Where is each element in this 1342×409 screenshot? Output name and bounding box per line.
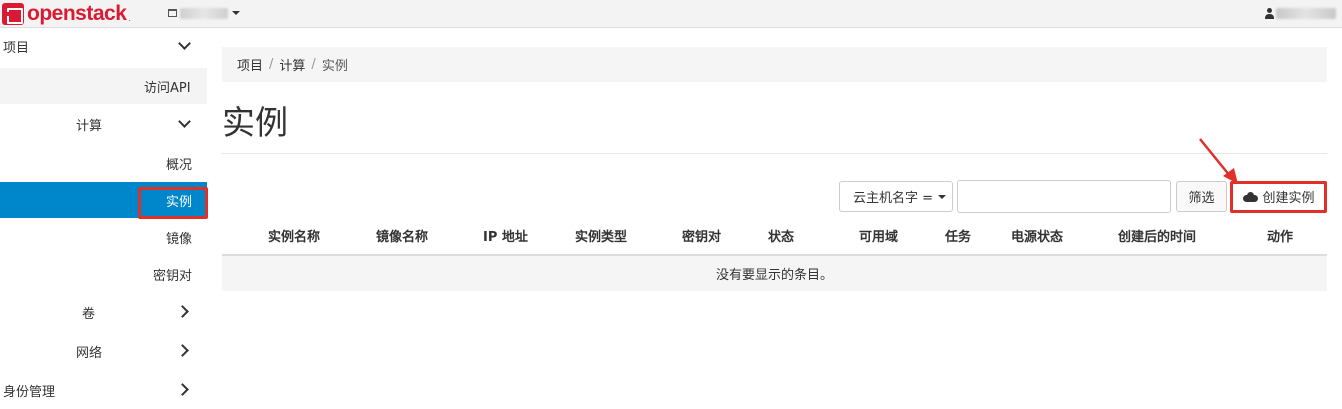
breadcrumb-item-compute[interactable]: 计算 xyxy=(279,55,305,74)
sidebar-item-key-pairs[interactable]: 密钥对 xyxy=(0,256,207,292)
instances-highlight-box xyxy=(138,187,208,219)
chevron-down-icon xyxy=(178,37,191,50)
sidebar-item-compute[interactable]: 计算 xyxy=(0,106,207,142)
sidebar-item-volumes[interactable]: 卷 xyxy=(0,294,207,330)
user-name-redacted xyxy=(1276,7,1336,19)
breadcrumb-separator: / xyxy=(269,57,274,72)
page-title: 实例 xyxy=(222,103,288,142)
sidebar-item-label: 身份管理 xyxy=(3,384,56,400)
chevron-down-icon xyxy=(938,194,947,199)
chevron-down-icon xyxy=(178,115,191,128)
sidebar-item-label: 卷 xyxy=(82,306,96,322)
sidebar-item-label: 计算 xyxy=(76,118,103,134)
breadcrumb-separator: / xyxy=(311,57,316,72)
sidebar-item-api-access[interactable]: 访问API xyxy=(0,68,207,104)
openstack-logo-icon xyxy=(2,3,24,25)
sidebar-item-label: 密钥对 xyxy=(153,268,193,284)
column-header: 动作 xyxy=(1267,230,1294,245)
breadcrumb-item-project[interactable]: 项目 xyxy=(237,55,263,74)
column-header[interactable]: 密钥对 xyxy=(682,222,721,254)
sidebar-item-label: 网络 xyxy=(76,345,103,361)
sidebar-item-network[interactable]: 网络 xyxy=(0,333,207,369)
sidebar-item-label: 项目 xyxy=(3,40,30,56)
user-icon xyxy=(1265,7,1274,19)
empty-message: 没有要显示的条目。 xyxy=(715,268,833,283)
filter-field-label: 云主机名字 = xyxy=(853,191,934,206)
chevron-right-icon xyxy=(176,383,189,396)
breadcrumb: 项目 / 计算 / 实例 xyxy=(222,47,1327,82)
title-divider xyxy=(222,153,1327,154)
create-button-highlight-box xyxy=(1230,181,1327,213)
table-empty-row: 没有要显示的条目。 xyxy=(222,256,1327,291)
sidebar-item-label: 访问API xyxy=(144,80,191,96)
filter-button-label: 筛选 xyxy=(1188,191,1215,206)
project-picker-dropdown[interactable] xyxy=(168,5,240,21)
brand-name: openstack xyxy=(27,2,127,25)
breadcrumb-item-instances: 实例 xyxy=(321,59,348,74)
project-name-redacted xyxy=(180,7,228,19)
column-header[interactable]: 状态 xyxy=(768,222,794,254)
sidebar-nav: 项目 访问API 计算 概况 实例 镜像 密钥对 卷 网络 身份管理 xyxy=(0,28,208,409)
column-header[interactable]: 可用域 xyxy=(859,222,898,254)
column-header[interactable]: 创建后的时间 xyxy=(1118,222,1196,254)
user-menu-dropdown[interactable] xyxy=(1265,5,1336,21)
sidebar-item-project[interactable]: 项目 xyxy=(0,28,207,64)
column-header[interactable]: 镜像名称 xyxy=(376,222,428,254)
sidebar-item-label: 镜像 xyxy=(166,231,193,247)
column-header[interactable]: 电源状态 xyxy=(1011,222,1063,254)
column-header[interactable]: 实例类型 xyxy=(575,222,627,254)
brand-suffix: . xyxy=(128,13,131,23)
instances-table-header: 实例名称 镜像名称 IP 地址 实例类型 密钥对 状态 可用域 任务 电源状态 … xyxy=(222,222,1327,256)
chevron-down-icon xyxy=(232,11,240,15)
brand-logo-link[interactable]: openstack . xyxy=(0,0,131,28)
filter-button[interactable]: 筛选 xyxy=(1176,181,1227,212)
filter-field-select[interactable]: 云主机名字 = xyxy=(839,181,953,212)
sidebar-item-identity[interactable]: 身份管理 xyxy=(0,372,207,408)
column-header[interactable]: 实例名称 xyxy=(268,222,320,254)
project-icon xyxy=(168,9,177,17)
top-navbar: openstack . xyxy=(0,0,1342,28)
chevron-right-icon xyxy=(176,305,189,318)
sidebar-item-label: 概况 xyxy=(166,157,193,173)
chevron-right-icon xyxy=(176,344,189,357)
filter-input[interactable] xyxy=(957,180,1171,213)
sidebar-item-images[interactable]: 镜像 xyxy=(0,219,207,255)
sidebar-item-overview[interactable]: 概况 xyxy=(0,145,207,181)
column-header[interactable]: 任务 xyxy=(945,222,971,254)
column-header[interactable]: IP 地址 xyxy=(483,222,528,254)
